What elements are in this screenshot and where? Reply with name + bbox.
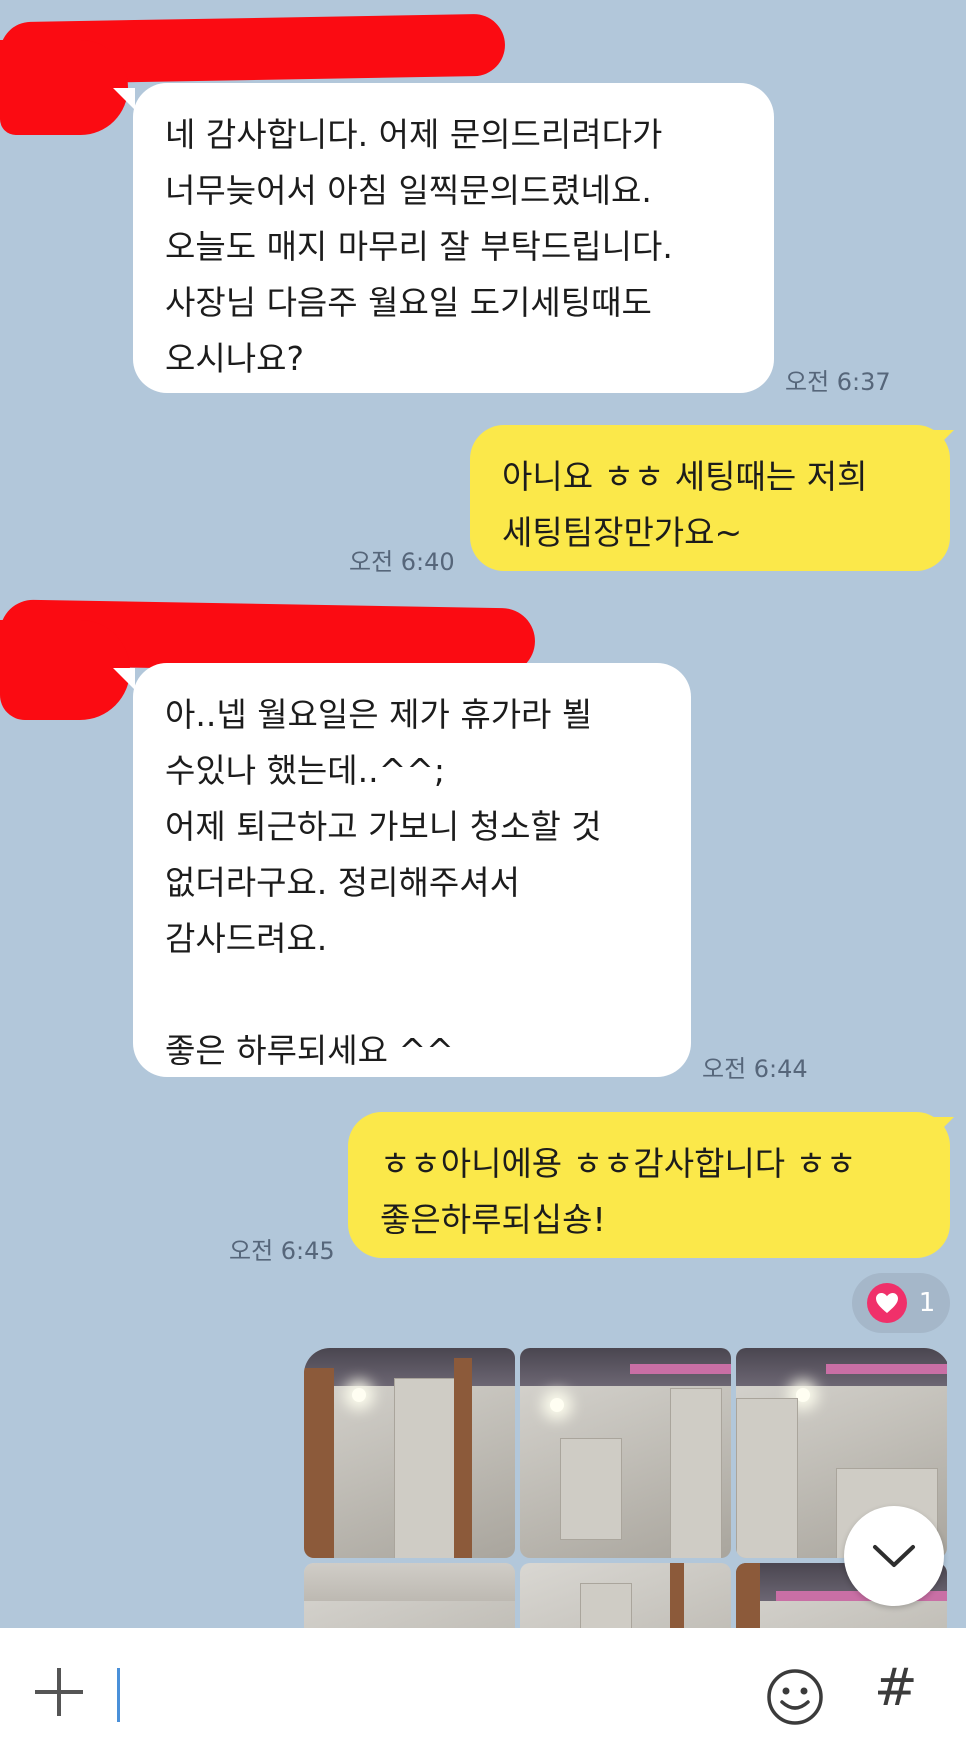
incoming-message-bubble[interactable]: 네 감사합니다. 어제 문의드리려다가 너무늦어서 아침 일찍문의드렸네요. 오…	[133, 83, 774, 393]
chevron-down-icon	[873, 1545, 915, 1567]
redacted-profile-avatar	[0, 40, 128, 135]
photo-thumbnail[interactable]	[304, 1348, 515, 1558]
bubble-tail	[113, 88, 135, 110]
hashtag-search-button[interactable]: #	[874, 1658, 918, 1718]
photo-thumbnail[interactable]	[304, 1563, 515, 1628]
incoming-message-bubble[interactable]: 아..넵 월요일은 제가 휴가라 뵐 수있나 했는데..^^; 어제 퇴근하고 …	[133, 663, 691, 1077]
outgoing-message-bubble[interactable]: 아니요 ㅎㅎ 세팅때는 저희 세팅팀장만가요~	[470, 425, 950, 571]
heart-reaction-badge[interactable]: 1	[852, 1273, 950, 1333]
message-timestamp: 오전 6:45	[229, 1237, 335, 1265]
redacted-profile-avatar	[0, 620, 130, 720]
message-timestamp: 오전 6:44	[702, 1055, 808, 1083]
message-input-field[interactable]	[117, 1668, 120, 1722]
plus-icon[interactable]	[34, 1666, 84, 1718]
message-input-bar: #	[0, 1628, 966, 1761]
photo-thumbnail[interactable]	[520, 1563, 731, 1628]
bubble-tail	[113, 668, 135, 690]
photo-thumbnail[interactable]	[520, 1348, 731, 1558]
heart-icon	[866, 1283, 907, 1323]
outgoing-message-bubble[interactable]: ㅎㅎ아니에용 ㅎㅎ감사합니다 ㅎㅎ 좋은하루되십숑!	[348, 1112, 950, 1258]
reaction-count: 1	[918, 1288, 936, 1318]
emoji-icon[interactable]	[766, 1668, 824, 1726]
message-timestamp: 오전 6:40	[349, 548, 455, 576]
message-timestamp: 오전 6:37	[785, 368, 891, 396]
scroll-to-bottom-button[interactable]	[844, 1506, 944, 1606]
